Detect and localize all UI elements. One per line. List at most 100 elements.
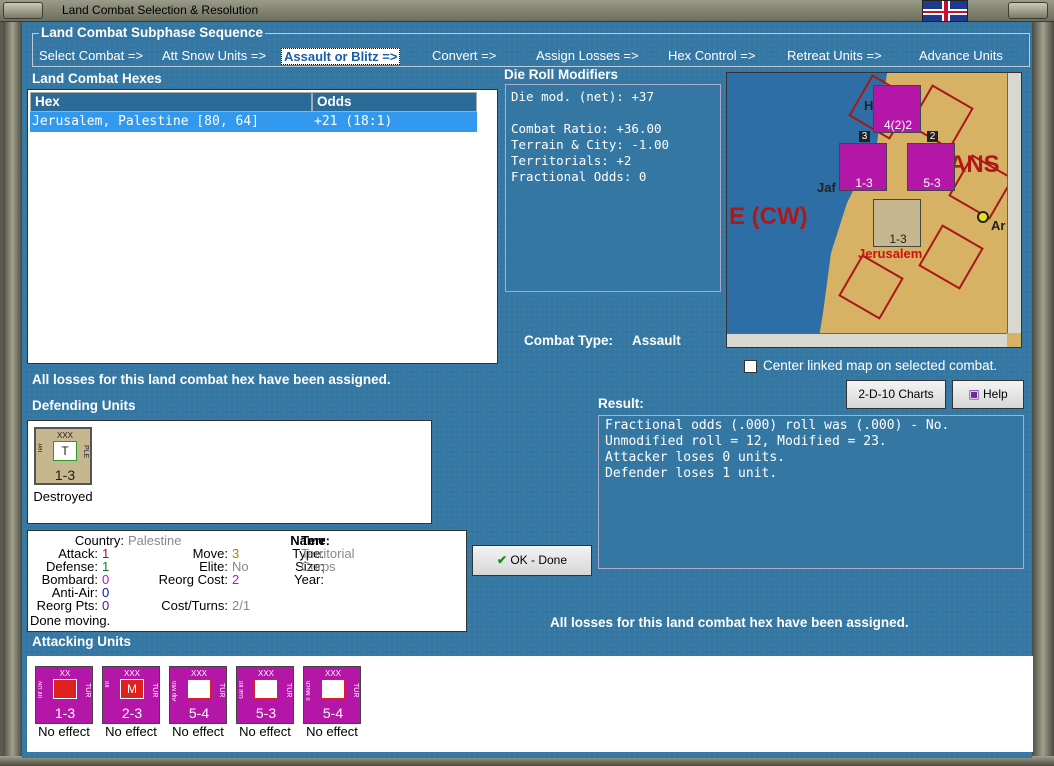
help-button[interactable]: ▣ Help <box>952 380 1024 409</box>
checkmark-icon: ✔ <box>496 553 507 567</box>
info-reorg: 0 <box>102 598 110 613</box>
unit-info-panel: Country: Palestine Attack: 1 Defense: 1 … <box>27 530 467 632</box>
unit-type: Alp Mtn <box>172 681 178 702</box>
map-counter[interactable]: 1-3 <box>873 199 921 247</box>
hex-cell: Jerusalem, Palestine [80, 64] <box>32 114 259 129</box>
close-button[interactable] <box>1008 2 1048 19</box>
map-label-ans: ANS <box>949 151 1000 178</box>
unit-nation: TUR <box>352 683 359 698</box>
attacking-unit-result: No effect <box>306 724 358 739</box>
attacking-units-box: XX Inf Div TUR 1-3 No effect XXX Inf TUR… <box>27 656 1033 752</box>
unit-type: Terr <box>38 443 44 454</box>
mountain-symbol-icon <box>187 679 211 699</box>
step-att-snow: Att Snow Units => <box>162 48 267 63</box>
ok-done-button[interactable]: ✔ OK - Done <box>472 545 592 576</box>
drm-line <box>511 105 669 121</box>
drm-line: Die mod. (net): +37 <box>511 89 654 104</box>
map-counter[interactable]: 5-3 <box>907 143 955 191</box>
map-counter-strength: 5-3 <box>923 176 941 190</box>
attacking-title: Attacking Units <box>32 634 132 649</box>
map-hex <box>838 254 904 320</box>
center-map-label: Center linked map on selected combat. <box>763 358 998 373</box>
odds-cell: +21 (18:1) <box>314 114 393 129</box>
help-label: Help <box>983 387 1008 401</box>
attacking-unit-counter[interactable]: XXX Alp Mtn TUR 5-4 <box>169 666 227 724</box>
window-title: Land Combat Selection & Resolution <box>62 3 259 17</box>
map-counter-strength: 1-3 <box>889 232 907 246</box>
map-counter[interactable]: 4(2)2 <box>873 85 921 133</box>
drm-line: Fractional Odds: 0 <box>511 169 647 184</box>
unit-strength: 2-3 <box>121 705 143 721</box>
map-hscroll[interactable] <box>727 333 1007 347</box>
unit-size: XXX <box>257 669 274 678</box>
step-select-combat: Select Combat => <box>39 48 144 63</box>
losses-message-bottom: All losses for this land combat hex have… <box>550 615 909 630</box>
step-advance: Advance Units <box>919 48 1003 63</box>
territorial-symbol-icon: T <box>53 441 77 461</box>
drm-panel: Die mod. (net): +37 Combat Ratio: +36.00… <box>505 84 721 292</box>
table-row[interactable]: Jerusalem, Palestine [80, 64] +21 (18:1) <box>30 112 477 132</box>
unit-strength: 5-4 <box>322 705 344 721</box>
unit-size: XX <box>59 669 71 678</box>
drm-line: Territorials: +2 <box>511 153 632 168</box>
unit-size: XXX <box>190 669 207 678</box>
step-retreat: Retreat Units => <box>787 48 882 63</box>
hex-list[interactable]: Hex Odds Jerusalem, Palestine [80, 64] +… <box>27 89 498 364</box>
drm-title: Die Roll Modifiers <box>504 67 619 82</box>
step-assign-losses: Assign Losses => <box>536 48 639 63</box>
unit-nation: PLE <box>82 445 89 459</box>
stack-count: 2 <box>927 131 938 142</box>
result-line: Attacker loses 0 units. <box>605 450 786 465</box>
step-hex-control: Hex Control => <box>668 48 756 63</box>
unit-nation: TUR <box>84 683 91 698</box>
unit-nation: TUR <box>285 683 292 698</box>
attacking-unit-counter[interactable]: XXX II Mech TUR 5-4 <box>303 666 361 724</box>
defending-title: Defending Units <box>32 398 136 413</box>
info-done: Done moving. <box>30 613 111 628</box>
map-label-jaf: Jaf <box>817 180 836 195</box>
center-map-checkbox[interactable] <box>744 360 757 373</box>
map-counter-strength: 1-3 <box>855 176 873 190</box>
info-key: Cost/Turns: <box>161 598 228 613</box>
unit-strength: 5-3 <box>255 705 277 721</box>
hexes-title: Land Combat Hexes <box>32 71 162 86</box>
system-menu-button[interactable] <box>3 2 43 19</box>
map-vscroll[interactable] <box>1007 73 1021 333</box>
info-key: Reorg Cost: <box>158 572 228 587</box>
unit-strength: 5-4 <box>188 705 210 721</box>
map-label-h: H <box>864 98 874 113</box>
map-label-ar: Ar <box>991 218 1006 233</box>
attacking-unit-counter[interactable]: XXX Inf TUR M 2-3 <box>102 666 160 724</box>
drm-lines: Die mod. (net): +37 Combat Ratio: +36.00… <box>511 89 669 185</box>
stack-count: 3 <box>859 131 870 142</box>
unit-type: Inf Div <box>38 681 44 699</box>
ok-label: OK - Done <box>510 553 568 567</box>
unit-nation: TUR <box>151 683 158 698</box>
result-title: Result: <box>598 396 644 411</box>
unit-type: Gal Inf <box>239 681 245 699</box>
map-counter-strength: 4(2)2 <box>883 118 912 132</box>
defending-unit-counter[interactable]: XXX Terr PLE T 1-3 <box>34 427 92 485</box>
result-line: Unmodified roll = 12, Modified = 23. <box>605 434 887 449</box>
map-hex <box>918 224 984 290</box>
attacking-unit-counter[interactable]: XX Inf Div TUR 1-3 <box>35 666 93 724</box>
infantry-symbol-icon: M <box>120 679 144 699</box>
info-key: Year: <box>294 572 324 587</box>
mech-symbol-icon <box>321 679 345 699</box>
step-convert: Convert => <box>432 48 497 63</box>
unit-size: XXX <box>56 431 73 440</box>
combat-type-value: Assault <box>632 333 681 348</box>
linked-map[interactable]: E (CW) ANS Jerusalem Jaf H Ar 4(2)2 1-3 … <box>726 72 1022 348</box>
attacking-unit-counter[interactable]: XXX Gal Inf TUR 5-3 <box>236 666 294 724</box>
col-hex-header[interactable]: Hex <box>30 92 312 112</box>
drm-line: Terrain & City: -1.00 <box>511 137 670 152</box>
map-counter[interactable]: 1-3 <box>839 143 887 191</box>
title-bar: Land Combat Selection & Resolution <box>0 0 1054 22</box>
charts-button[interactable]: 2-D-10 Charts <box>846 380 946 409</box>
result-line: Defender loses 1 unit. <box>605 466 778 481</box>
col-odds-header[interactable]: Odds <box>312 92 477 112</box>
subphase-title: Land Combat Subphase Sequence <box>39 25 266 40</box>
result-line: Fractional odds (.000) roll was (.000) -… <box>605 418 950 433</box>
attacking-unit-result: No effect <box>105 724 157 739</box>
unit-strength: 1-3 <box>54 467 76 483</box>
